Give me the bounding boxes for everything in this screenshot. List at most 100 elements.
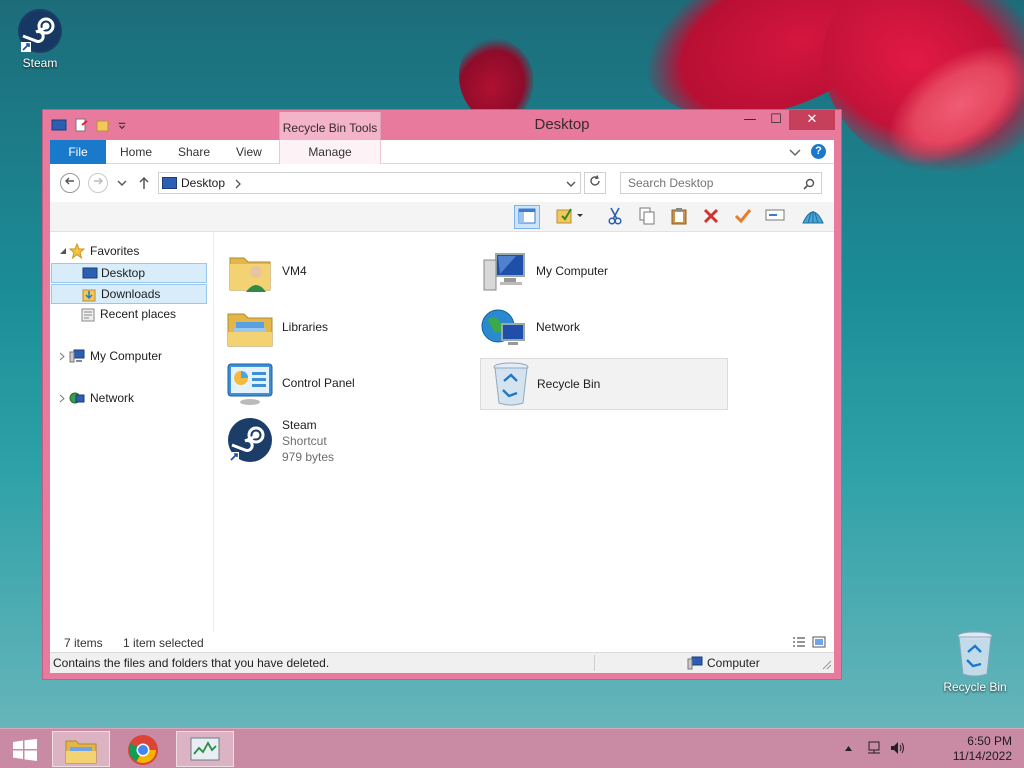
task-manager-icon bbox=[190, 737, 220, 761]
volume-icon[interactable] bbox=[890, 741, 906, 755]
recycle-bin-icon bbox=[957, 631, 993, 677]
show-hidden-icons-icon[interactable] bbox=[844, 745, 853, 752]
rename-icon bbox=[765, 209, 785, 221]
taskbar-file-explorer[interactable] bbox=[52, 731, 110, 767]
list-item-my-computer[interactable]: My Computer bbox=[480, 246, 728, 298]
desktop-icon-recycle-bin[interactable]: Recycle Bin bbox=[935, 630, 1015, 694]
shell-button[interactable] bbox=[800, 205, 826, 229]
item-type: Shortcut bbox=[282, 434, 327, 448]
steam-icon bbox=[228, 418, 272, 462]
recent-locations-icon[interactable] bbox=[117, 179, 127, 187]
desktop-icon-label: Steam bbox=[22, 56, 58, 70]
libraries-icon bbox=[227, 313, 273, 347]
minimize-button[interactable]: — bbox=[737, 110, 763, 130]
cut-icon bbox=[608, 207, 622, 225]
properties-button[interactable] bbox=[552, 205, 588, 229]
list-item-recycle-bin[interactable]: Recycle Bin bbox=[480, 358, 728, 410]
title-bar[interactable]: Recycle Bin Tools Desktop — ☐ ✕ bbox=[43, 110, 841, 140]
refresh-button[interactable] bbox=[584, 172, 606, 194]
copy-button[interactable] bbox=[634, 205, 660, 229]
item-count: 7 items bbox=[64, 636, 103, 650]
cut-button[interactable] bbox=[602, 205, 628, 229]
up-arrow-icon[interactable] bbox=[138, 176, 150, 190]
taskbar: 6:50 PM 11/14/2022 bbox=[0, 728, 1024, 768]
list-item-network[interactable]: Network bbox=[480, 302, 728, 354]
delete-icon bbox=[703, 208, 719, 224]
taskbar-chrome[interactable] bbox=[114, 731, 172, 767]
address-bar[interactable]: Desktop bbox=[158, 172, 581, 194]
maximize-button[interactable]: ☐ bbox=[763, 110, 789, 130]
nav-item-label: Desktop bbox=[101, 266, 146, 280]
resize-grip-icon[interactable] bbox=[822, 660, 832, 670]
network-tray-icon[interactable] bbox=[866, 741, 882, 755]
window-title: Desktop bbox=[534, 116, 590, 133]
taskbar-task-manager[interactable] bbox=[176, 731, 234, 767]
search-box[interactable] bbox=[620, 172, 822, 194]
user-folder-icon bbox=[229, 257, 271, 292]
address-row: Desktop bbox=[50, 164, 834, 202]
nav-item-desktop[interactable]: Desktop bbox=[51, 263, 207, 283]
expand-ribbon-icon[interactable] bbox=[789, 147, 801, 157]
nav-item-favorites[interactable]: Favorites bbox=[51, 242, 207, 262]
forward-button[interactable] bbox=[88, 173, 108, 193]
clock[interactable]: 6:50 PM 11/14/2022 bbox=[932, 734, 1012, 764]
status-bar: 7 items 1 item selected bbox=[50, 634, 834, 652]
tab-view[interactable]: View bbox=[236, 140, 262, 164]
nav-item-label: My Computer bbox=[90, 349, 163, 363]
large-icons-view-icon[interactable] bbox=[812, 636, 826, 648]
forward-arrow-icon bbox=[94, 177, 103, 185]
expand-arrow-icon[interactable] bbox=[59, 394, 65, 403]
nav-item-recent-places[interactable]: Recent places bbox=[51, 305, 207, 325]
nav-item-label: Recent places bbox=[100, 307, 177, 321]
file-list: VM4 My Computer Libraries Network Contro… bbox=[226, 238, 830, 630]
nav-item-downloads[interactable]: Downloads bbox=[51, 284, 207, 304]
tab-file[interactable]: File bbox=[50, 140, 106, 164]
nav-item-network[interactable]: Network bbox=[51, 389, 207, 409]
help-icon[interactable]: ? bbox=[811, 144, 826, 159]
nav-item-my-computer[interactable]: My Computer bbox=[51, 347, 207, 367]
navigation-pane: Favorites Desktop Downloads Recent place… bbox=[50, 232, 214, 632]
address-dropdown-icon[interactable] bbox=[566, 180, 576, 188]
nav-item-label: Downloads bbox=[101, 287, 161, 301]
clock-date: 11/14/2022 bbox=[952, 749, 1012, 763]
search-icon[interactable] bbox=[803, 178, 815, 190]
zone-label: Computer bbox=[707, 656, 760, 670]
item-name: Recycle Bin bbox=[537, 377, 601, 391]
search-input[interactable] bbox=[621, 173, 796, 193]
paste-button[interactable] bbox=[666, 205, 692, 229]
tab-share[interactable]: Share bbox=[178, 140, 210, 164]
star-icon bbox=[69, 243, 85, 259]
divider bbox=[594, 655, 595, 671]
preview-pane-button[interactable] bbox=[514, 205, 540, 229]
details-view-icon[interactable] bbox=[792, 636, 806, 648]
item-name: Network bbox=[536, 320, 581, 334]
desktop-icon-steam[interactable]: Steam bbox=[0, 8, 80, 70]
list-item-control-panel[interactable]: Control Panel bbox=[226, 358, 474, 410]
control-panel-icon bbox=[227, 363, 273, 405]
explorer-window: Recycle Bin Tools Desktop — ☐ ✕ File Hom… bbox=[42, 109, 842, 680]
collapse-arrow-icon[interactable] bbox=[59, 247, 67, 255]
delete-button[interactable] bbox=[698, 205, 724, 229]
recycle-bin-icon bbox=[493, 362, 529, 406]
tab-home[interactable]: Home bbox=[120, 140, 152, 164]
chrome-icon bbox=[128, 735, 158, 765]
list-item-steam[interactable]: Steam Shortcut 979 bytes bbox=[226, 414, 474, 472]
rename-button[interactable] bbox=[762, 205, 788, 229]
address-path[interactable]: Desktop bbox=[181, 176, 225, 190]
list-item-libraries[interactable]: Libraries bbox=[226, 302, 474, 354]
list-item-vm4[interactable]: VM4 bbox=[226, 246, 474, 298]
system-tray: 6:50 PM 11/14/2022 bbox=[844, 729, 1024, 768]
start-button[interactable] bbox=[0, 731, 50, 767]
back-button[interactable] bbox=[60, 173, 80, 193]
expand-arrow-icon[interactable] bbox=[59, 352, 65, 361]
network-icon bbox=[69, 392, 85, 404]
shell-icon bbox=[802, 211, 824, 224]
breadcrumb-chevron-icon[interactable] bbox=[235, 179, 241, 189]
layout-pane-icon bbox=[518, 208, 536, 224]
close-button[interactable]: ✕ bbox=[789, 110, 835, 130]
tab-manage[interactable]: Manage bbox=[279, 140, 381, 164]
back-arrow-icon bbox=[65, 177, 74, 185]
apply-button[interactable] bbox=[730, 205, 756, 229]
desktop-icon bbox=[82, 267, 98, 279]
steam-icon bbox=[18, 9, 62, 53]
